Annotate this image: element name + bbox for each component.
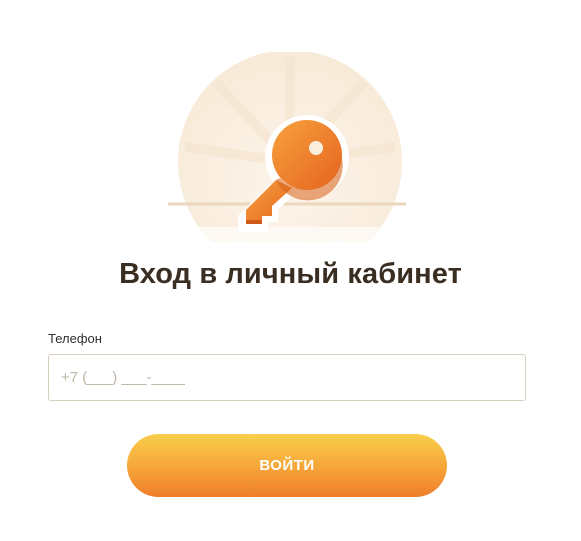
login-illustration <box>160 52 420 242</box>
phone-input[interactable] <box>48 354 526 401</box>
login-button[interactable]: ВОЙТИ <box>127 434 447 497</box>
phone-label: Телефон <box>48 331 102 346</box>
key-icon <box>160 52 420 242</box>
page-title: Вход в личный кабинет <box>119 258 462 290</box>
